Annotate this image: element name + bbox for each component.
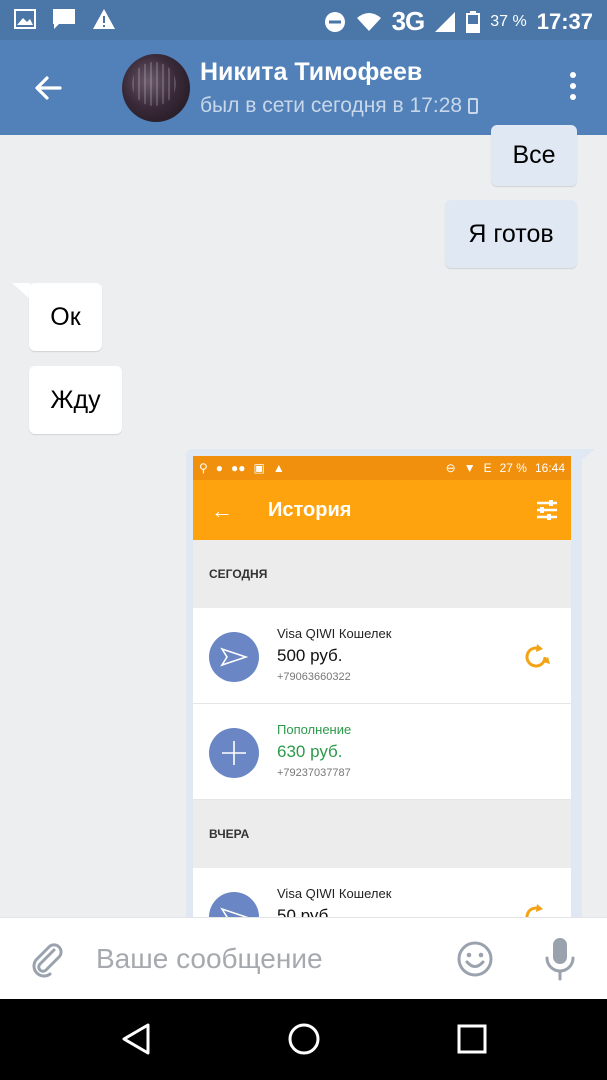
section-header: СЕГОДНЯ [193, 540, 571, 608]
item-title: Visa QIWI Кошелек [277, 626, 392, 641]
item-title: Пополнение [277, 722, 352, 737]
gallery-icon: ▣ [253, 461, 265, 475]
history-item: Пополнение 630 руб. +79237037787 [193, 704, 571, 800]
attach-icon[interactable] [28, 940, 66, 978]
network-type: 3G [391, 6, 426, 36]
system-nav-bar [0, 999, 607, 1080]
message-icon: ● [215, 461, 224, 475]
bubble-tail [12, 283, 30, 299]
item-amount: 630 руб. [277, 742, 343, 761]
search-icon: ⚲ [199, 461, 208, 475]
message-bubble-incoming[interactable]: Ок [29, 283, 102, 351]
mic-icon[interactable] [542, 936, 578, 982]
item-phone: +79237037787 [277, 767, 351, 779]
image-attachment-bubble[interactable]: ⚲ ● ●● ▣ ▲ ⊖ ▼ E 27 % 16:44 ← История СЕ… [186, 449, 582, 919]
battery-percent: 27 % [499, 461, 527, 475]
item-amount: 500 руб. [277, 646, 343, 665]
clock: 16:44 [534, 461, 565, 475]
section-header: ВЧЕРА [193, 800, 571, 868]
filter-icon [537, 500, 557, 520]
message-bubble-outgoing[interactable]: Все [491, 125, 577, 186]
item-phone: +79063660322 [277, 671, 351, 683]
attachment-toolbar: ← История [193, 480, 571, 540]
wifi-icon [356, 12, 381, 31]
last-seen-status: был в сети сегодня в 17:28 [200, 94, 479, 118]
history-item: Visa QIWI Кошелек 50 руб. [193, 868, 571, 919]
message-input[interactable]: Ваше сообщение [96, 943, 323, 975]
nav-recent-icon[interactable] [456, 1023, 488, 1055]
repeat-icon [525, 644, 550, 668]
attachment-title: История [268, 499, 352, 521]
message-bubble-incoming[interactable]: Жду [29, 366, 122, 434]
battery-percent: 37 % [490, 12, 527, 30]
plus-icon [209, 728, 259, 778]
back-arrow-icon[interactable] [30, 70, 66, 106]
last-seen-text: был в сети сегодня в 17:28 [200, 94, 463, 117]
mobile-icon [468, 98, 479, 114]
contact-name[interactable]: Никита Тимофеев [200, 58, 422, 87]
history-item: Visa QIWI Кошелек 500 руб. +79063660322 [193, 608, 571, 704]
more-vert-icon[interactable] [569, 72, 577, 104]
network-type: E [483, 461, 492, 475]
message-icon [53, 9, 75, 29]
nav-back-icon[interactable] [118, 1021, 154, 1057]
warning-icon [93, 9, 115, 29]
wifi-icon: ▼ [463, 461, 476, 475]
gallery-icon [14, 9, 36, 29]
message-composer: Ваше сообщение [0, 917, 607, 999]
message-bubble-outgoing[interactable]: Я готов [445, 200, 577, 268]
dnd-icon: ⊖ [445, 461, 456, 475]
dnd-icon [324, 11, 345, 32]
nav-home-icon[interactable] [286, 1021, 322, 1057]
send-icon [209, 892, 259, 919]
people-icon: ●● [231, 461, 246, 475]
attachment-status-bar: ⚲ ● ●● ▣ ▲ ⊖ ▼ E 27 % 16:44 [193, 456, 571, 480]
warning-icon: ▲ [272, 461, 285, 475]
back-arrow-icon: ← [211, 498, 233, 523]
clock: 17:37 [536, 8, 593, 34]
avatar[interactable] [122, 54, 190, 122]
item-title: Visa QIWI Кошелек [277, 886, 392, 901]
attached-screenshot[interactable]: ⚲ ● ●● ▣ ▲ ⊖ ▼ E 27 % 16:44 ← История СЕ… [193, 456, 571, 919]
battery-icon [466, 10, 481, 33]
chat-header: Никита Тимофеев был в сети сегодня в 17:… [0, 40, 607, 135]
signal-icon [435, 11, 456, 32]
emoji-icon[interactable] [456, 940, 494, 978]
send-icon [209, 632, 259, 682]
status-bar: 3G 37 % 17:37 [0, 0, 607, 40]
